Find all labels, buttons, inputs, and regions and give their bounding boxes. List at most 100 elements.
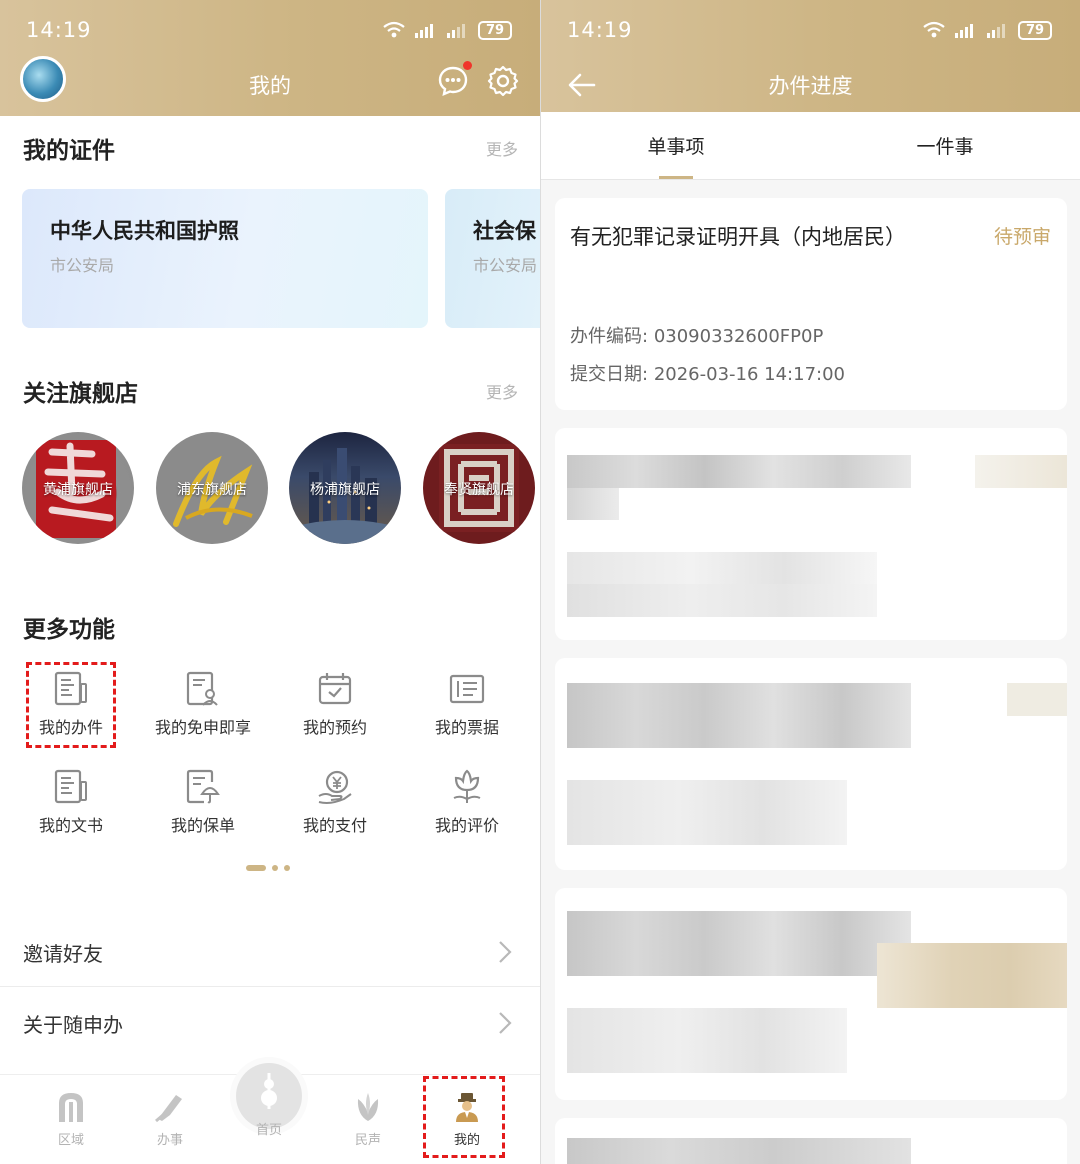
certificate-org: 市公安局: [50, 256, 115, 275]
case-code-value: 03090332600FP0P: [653, 326, 824, 347]
store-label: 奉贤旗舰店: [444, 482, 514, 498]
function-reviews[interactable]: 我的评价: [401, 768, 533, 860]
store-label: 浦东旗舰店: [177, 482, 247, 498]
tab-bar: 单事项 一件事: [541, 112, 1080, 180]
page-dot: [272, 865, 278, 871]
wifi-icon: [383, 21, 405, 38]
redacted-case-card: [555, 658, 1067, 870]
function-label: 我的文书: [38, 816, 103, 835]
battery-indicator: 79: [1018, 20, 1052, 40]
row-label: 邀请好友: [23, 942, 103, 966]
function-label: 我的保单: [170, 816, 235, 835]
chevron-right-icon: [499, 941, 512, 963]
highlight-box-my-cases: [26, 662, 116, 748]
status-time: 14:19: [26, 18, 92, 42]
signal-icon: [955, 24, 973, 38]
store-item[interactable]: 浦东旗舰店: [156, 432, 268, 544]
page-dot: [284, 865, 290, 871]
redacted-case-card: [555, 428, 1067, 640]
tab-region[interactable]: 区域: [31, 1091, 111, 1148]
my-page: 14:19 79 我的 我的证件 更多 中华人民共和国护照 市公安局 社会保 市: [0, 0, 540, 1164]
store-label: 杨浦旗舰店: [310, 482, 380, 498]
certificates-more-link[interactable]: 更多: [486, 136, 518, 160]
status-icons: 79: [922, 20, 1052, 40]
status-bar: 14:19 79: [541, 0, 1080, 60]
tab-single-item[interactable]: 单事项: [586, 132, 766, 159]
about-row[interactable]: 关于随申办: [0, 987, 540, 1057]
screenshot-stage: 14:19 79 我的 我的证件 更多 中华人民共和国护照 市公安局 社会保 市: [0, 0, 1080, 1164]
function-label: 我的评价: [434, 816, 499, 835]
tab-label: 办事: [156, 1133, 183, 1148]
store-label: 黄浦旗舰店: [43, 482, 113, 498]
case-progress-page: 14:19 79 办件进度 单事项 一件事 有无犯罪记录证明开具（内地居民） 待…: [541, 0, 1080, 1164]
document-pen-icon: [54, 769, 87, 804]
certificates-title: 我的证件: [23, 138, 115, 164]
policy-umbrella-icon: [186, 769, 220, 804]
store-item[interactable]: 奉贤旗舰店: [423, 432, 535, 544]
redacted-case-card: [555, 888, 1067, 1100]
case-title: 有无犯罪记录证明开具（内地居民）: [570, 225, 906, 249]
function-payments[interactable]: 我的支付: [269, 768, 401, 860]
stores-more-link[interactable]: 更多: [486, 379, 518, 403]
message-button[interactable]: [436, 61, 472, 98]
certificate-org: 市公安局: [473, 256, 538, 275]
function-policies[interactable]: 我的保单: [137, 768, 269, 860]
arch-icon: [59, 1093, 83, 1122]
store-item[interactable]: 杨浦旗舰店: [289, 432, 401, 544]
wifi-icon: [923, 21, 945, 38]
function-receipts[interactable]: 我的票据: [401, 670, 533, 762]
tab-label: 区域: [57, 1133, 84, 1148]
function-label: 我的免申即享: [154, 718, 251, 737]
calendar-check-icon: [318, 673, 352, 705]
case-code-label: 办件编码:: [570, 326, 649, 347]
status-time: 14:19: [567, 18, 633, 42]
pen-icon: [155, 1095, 182, 1123]
flower-icon: [453, 769, 481, 803]
case-date-value: 2026-03-16 14:17:00: [653, 364, 845, 385]
tower-icon: [261, 1073, 277, 1109]
tab-label: 民声: [354, 1133, 381, 1148]
function-documents[interactable]: 我的文书: [5, 768, 137, 860]
stores-title: 关注旗舰店: [23, 381, 138, 407]
gear-icon: [487, 65, 519, 97]
receipt-icon: [449, 674, 485, 704]
signal-icon: [415, 24, 433, 38]
certificate-name: 社会保: [473, 219, 536, 243]
function-label: 我的预约: [302, 718, 367, 737]
tab-services[interactable]: 办事: [130, 1091, 210, 1148]
active-tab-indicator: [659, 176, 693, 179]
certificate-name: 中华人民共和国护照: [50, 219, 239, 243]
page-indicator: [246, 865, 290, 871]
tab-voice[interactable]: 民声: [328, 1091, 408, 1148]
tab-label: 首页: [255, 1123, 282, 1138]
functions-title: 更多功能: [23, 617, 115, 643]
signal-icon-2: [987, 24, 1005, 38]
function-appointments[interactable]: 我的预约: [269, 670, 401, 762]
case-card[interactable]: 有无犯罪记录证明开具（内地居民） 待预审 办件编码: 03090332600FP…: [555, 198, 1067, 410]
notification-dot: [463, 61, 472, 70]
status-icons: 79: [382, 20, 512, 40]
store-item[interactable]: 黄浦旗舰店: [22, 432, 134, 544]
page-title: 办件进度: [768, 74, 853, 98]
case-date-line: 提交日期: 2026-03-16 14:17:00: [570, 360, 845, 386]
signal-icon-2: [447, 24, 465, 38]
highlight-box-mine-tab: [423, 1076, 505, 1158]
function-exempt-apply[interactable]: 我的免申即享: [137, 670, 269, 762]
tab-home[interactable]: 首页: [229, 1073, 309, 1138]
settings-button[interactable]: [486, 64, 520, 98]
row-label: 关于随申办: [23, 1013, 123, 1037]
redacted-case-card: [555, 1118, 1067, 1164]
certificate-card[interactable]: 中华人民共和国护照 市公安局: [22, 189, 428, 328]
case-date-label: 提交日期:: [570, 364, 649, 385]
function-label: 我的票据: [434, 718, 499, 737]
battery-indicator: 79: [478, 20, 512, 40]
chevron-right-icon: [499, 1012, 512, 1034]
case-code-line: 办件编码: 03090332600FP0P: [570, 322, 823, 348]
function-label: 我的支付: [302, 816, 367, 835]
tab-one-thing[interactable]: 一件事: [855, 132, 1035, 159]
page-dot-active: [246, 865, 266, 871]
certificate-card[interactable]: 社会保 市公安局: [445, 189, 540, 328]
form-user-icon: [186, 671, 218, 706]
invite-friends-row[interactable]: 邀请好友: [0, 916, 540, 986]
status-bar: 14:19 79: [0, 0, 540, 60]
